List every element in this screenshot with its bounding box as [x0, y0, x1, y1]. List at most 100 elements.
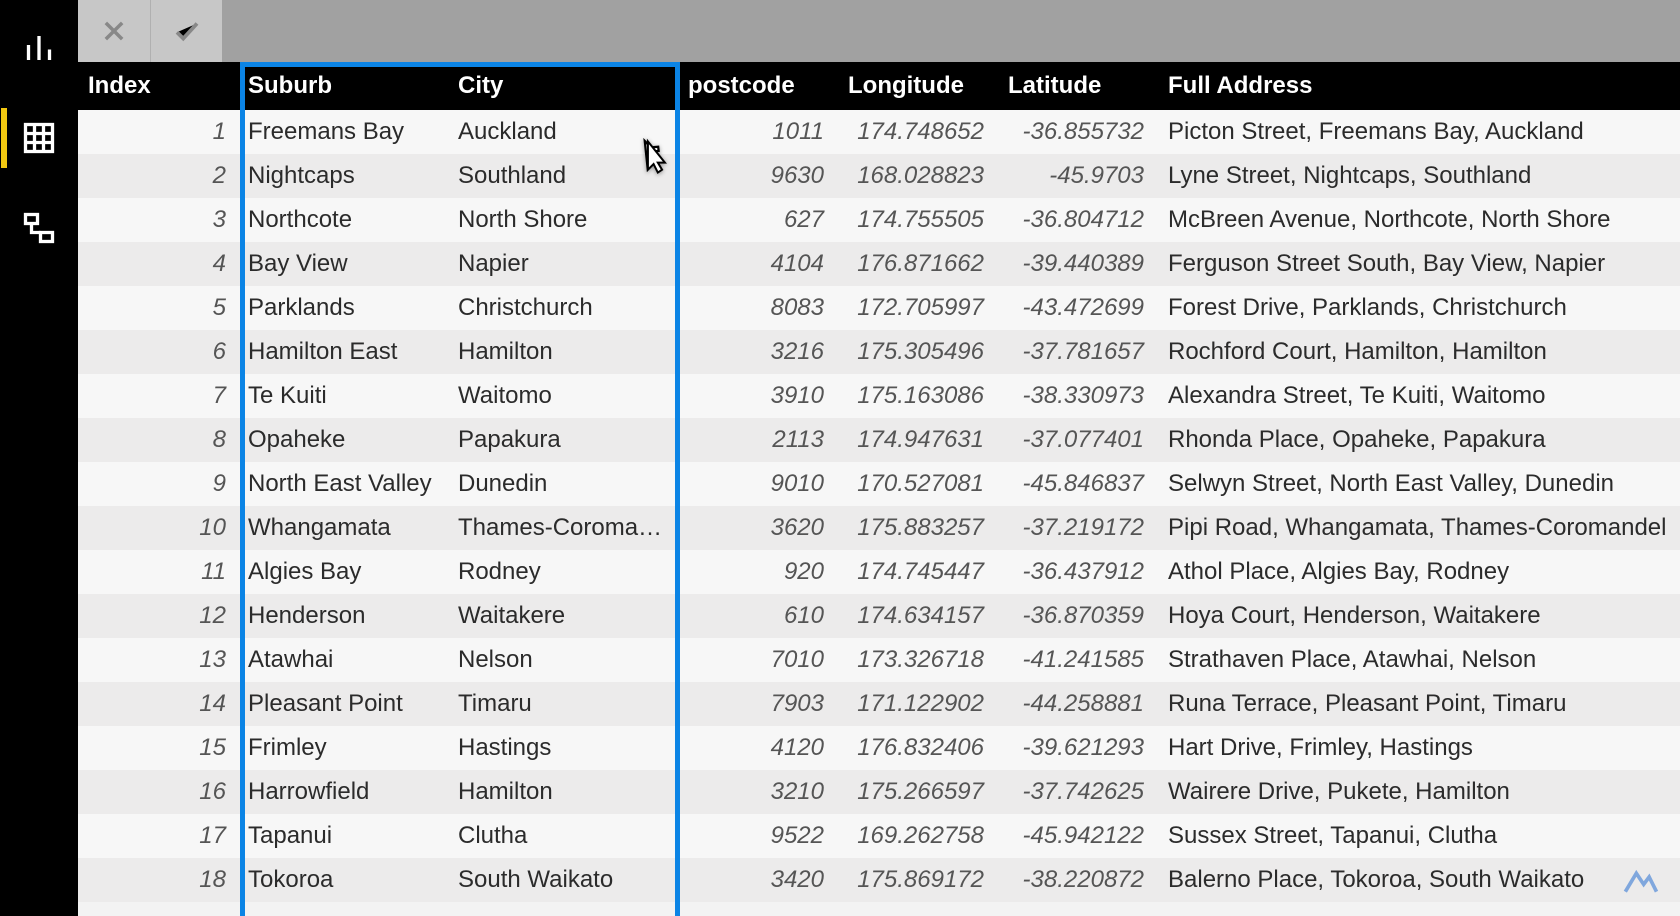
cell-city[interactable]: North Shore — [448, 198, 678, 242]
column-header-full-address[interactable]: Full Address — [1158, 62, 1680, 110]
cell-city[interactable]: Waitomo — [448, 374, 678, 418]
cell-longitude[interactable]: 172.705997 — [838, 286, 998, 330]
cell-postcode[interactable]: 9010 — [678, 462, 838, 506]
cell-postcode[interactable]: 3620 — [678, 506, 838, 550]
cell-city[interactable]: Waitakere — [448, 594, 678, 638]
cell-full-address[interactable]: Hoya Court, Henderson, Waitakere — [1158, 594, 1680, 638]
cell-latitude[interactable]: -37.219172 — [998, 506, 1158, 550]
table-row[interactable]: 8OpahekePapakura2113174.947631-37.077401… — [78, 418, 1680, 462]
nav-model-view[interactable] — [9, 198, 69, 258]
table-row[interactable]: 9North East ValleyDunedin9010170.527081-… — [78, 462, 1680, 506]
formula-cancel-button[interactable] — [78, 0, 150, 62]
cell-index[interactable]: 10 — [78, 506, 238, 550]
cell-suburb[interactable]: Henderson — [238, 594, 448, 638]
cell-full-address[interactable]: Picton Street, Freemans Bay, Auckland — [1158, 110, 1680, 154]
cell-city[interactable]: Rodney — [448, 550, 678, 594]
cell-longitude[interactable]: 175.163086 — [838, 374, 998, 418]
table-row[interactable]: 11Algies BayRodney920174.745447-36.43791… — [78, 550, 1680, 594]
cell-city[interactable]: Hamilton — [448, 330, 678, 374]
cell-index[interactable]: 12 — [78, 594, 238, 638]
column-header-suburb[interactable]: Suburb — [238, 62, 448, 110]
nav-report-view[interactable] — [9, 18, 69, 78]
cell-longitude[interactable]: 173.326718 — [838, 638, 998, 682]
column-header-latitude[interactable]: Latitude — [998, 62, 1158, 110]
cell-latitude[interactable]: -36.437912 — [998, 550, 1158, 594]
cell-longitude[interactable]: 169.262758 — [838, 814, 998, 858]
cell-latitude[interactable]: -37.742625 — [998, 770, 1158, 814]
cell-city[interactable]: Hamilton — [448, 770, 678, 814]
cell-latitude[interactable]: -44.258881 — [998, 682, 1158, 726]
cell-latitude[interactable]: -36.870359 — [998, 594, 1158, 638]
cell-latitude[interactable]: -38.220872 — [998, 858, 1158, 902]
cell-longitude[interactable]: 168.028823 — [838, 154, 998, 198]
cell-city[interactable]: Nelson — [448, 638, 678, 682]
formula-input[interactable] — [222, 0, 1680, 62]
table-row[interactable]: 10WhangamataThames-Coromandel3620175.883… — [78, 506, 1680, 550]
cell-full-address[interactable]: Runa Terrace, Pleasant Point, Timaru — [1158, 682, 1680, 726]
cell-index[interactable]: 5 — [78, 286, 238, 330]
cell-suburb[interactable]: Whangamata — [238, 506, 448, 550]
cell-index[interactable]: 17 — [78, 814, 238, 858]
column-header-postcode[interactable]: postcode — [678, 62, 838, 110]
cell-postcode[interactable]: 3420 — [678, 858, 838, 902]
cell-index[interactable]: 18 — [78, 858, 238, 902]
cell-city[interactable]: Southland — [448, 154, 678, 198]
cell-index[interactable]: 2 — [78, 154, 238, 198]
cell-latitude[interactable]: -41.241585 — [998, 638, 1158, 682]
cell-latitude[interactable]: -39.621293 — [998, 726, 1158, 770]
cell-latitude[interactable]: -36.804712 — [998, 198, 1158, 242]
table-row[interactable]: 16HarrowfieldHamilton3210175.266597-37.7… — [78, 770, 1680, 814]
cell-postcode[interactable]: 627 — [678, 198, 838, 242]
cell-index[interactable]: 16 — [78, 770, 238, 814]
cell-suburb[interactable]: Algies Bay — [238, 550, 448, 594]
table-row[interactable]: 13AtawhaiNelson7010173.326718-41.241585S… — [78, 638, 1680, 682]
cell-city[interactable]: Hastings — [448, 726, 678, 770]
cell-postcode[interactable]: 4104 — [678, 242, 838, 286]
cell-suburb[interactable]: Opaheke — [238, 418, 448, 462]
cell-full-address[interactable]: Rochford Court, Hamilton, Hamilton — [1158, 330, 1680, 374]
cell-full-address[interactable]: Selwyn Street, North East Valley, Dunedi… — [1158, 462, 1680, 506]
cell-full-address[interactable]: Pipi Road, Whangamata, Thames-Coromandel — [1158, 506, 1680, 550]
cell-index[interactable]: 14 — [78, 682, 238, 726]
formula-commit-button[interactable] — [150, 0, 222, 62]
cell-longitude[interactable]: 175.305496 — [838, 330, 998, 374]
cell-suburb[interactable]: Hamilton East — [238, 330, 448, 374]
cell-city[interactable]: Timaru — [448, 682, 678, 726]
column-header-city[interactable]: City — [448, 62, 678, 110]
cell-full-address[interactable]: Hart Drive, Frimley, Hastings — [1158, 726, 1680, 770]
cell-full-address[interactable]: Sussex Street, Tapanui, Clutha — [1158, 814, 1680, 858]
cell-latitude[interactable]: -45.9703 — [998, 154, 1158, 198]
cell-suburb[interactable]: Te Kuiti — [238, 374, 448, 418]
cell-latitude[interactable]: -36.855732 — [998, 110, 1158, 154]
cell-full-address[interactable]: Forest Drive, Parklands, Christchurch — [1158, 286, 1680, 330]
cell-suburb[interactable]: Harrowfield — [238, 770, 448, 814]
table-row[interactable]: 1Freemans BayAuckland1011174.748652-36.8… — [78, 110, 1680, 154]
cell-full-address[interactable]: McBreen Avenue, Northcote, North Shore — [1158, 198, 1680, 242]
table-row[interactable]: 18TokoroaSouth Waikato3420175.869172-38.… — [78, 858, 1680, 902]
cell-postcode[interactable]: 4120 — [678, 726, 838, 770]
cell-longitude[interactable]: 174.947631 — [838, 418, 998, 462]
table-row[interactable]: 7Te KuitiWaitomo3910175.163086-38.330973… — [78, 374, 1680, 418]
cell-city[interactable]: Clutha — [448, 814, 678, 858]
table-row[interactable]: 17TapanuiClutha9522169.262758-45.942122S… — [78, 814, 1680, 858]
cell-postcode[interactable]: 8083 — [678, 286, 838, 330]
cell-suburb[interactable]: Frimley — [238, 726, 448, 770]
cell-full-address[interactable]: Wairere Drive, Pukete, Hamilton — [1158, 770, 1680, 814]
cell-longitude[interactable]: 176.832406 — [838, 726, 998, 770]
cell-full-address[interactable]: Athol Place, Algies Bay, Rodney — [1158, 550, 1680, 594]
cell-suburb[interactable]: Freemans Bay — [238, 110, 448, 154]
table-row[interactable]: 6Hamilton EastHamilton3216175.305496-37.… — [78, 330, 1680, 374]
cell-longitude[interactable]: 175.883257 — [838, 506, 998, 550]
table-row[interactable]: 15FrimleyHastings4120176.832406-39.62129… — [78, 726, 1680, 770]
cell-suburb[interactable]: North East Valley — [238, 462, 448, 506]
cell-suburb[interactable]: Atawhai — [238, 638, 448, 682]
cell-latitude[interactable]: -45.942122 — [998, 814, 1158, 858]
cell-full-address[interactable]: Alexandra Street, Te Kuiti, Waitomo — [1158, 374, 1680, 418]
cell-city[interactable]: Christchurch — [448, 286, 678, 330]
cell-latitude[interactable]: -45.846837 — [998, 462, 1158, 506]
cell-suburb[interactable]: Parklands — [238, 286, 448, 330]
cell-index[interactable]: 6 — [78, 330, 238, 374]
cell-postcode[interactable]: 7010 — [678, 638, 838, 682]
table-row[interactable]: 4Bay ViewNapier4104176.871662-39.440389F… — [78, 242, 1680, 286]
cell-postcode[interactable]: 9630 — [678, 154, 838, 198]
